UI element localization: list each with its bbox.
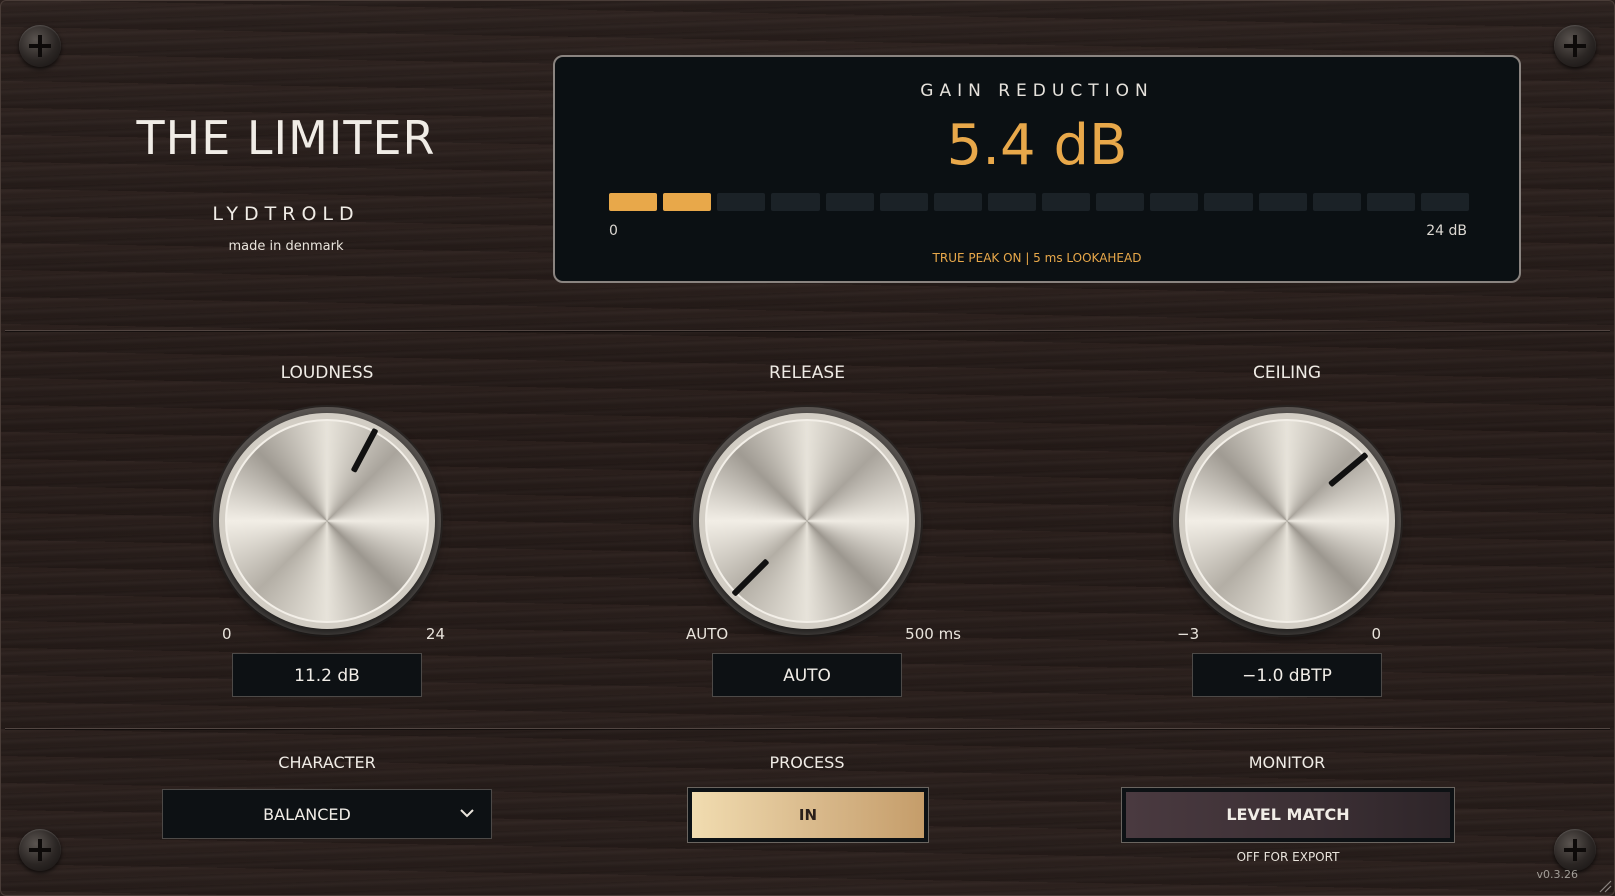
character-select[interactable]: BALANCED	[162, 789, 492, 839]
loudness-max: 24	[425, 625, 445, 643]
meter-segment	[1312, 193, 1361, 211]
ceiling-min: −3	[1177, 625, 1200, 643]
release-label: RELEASE	[769, 363, 845, 383]
knob-face	[1185, 419, 1389, 623]
ceiling-label: CEILING	[1253, 363, 1321, 383]
meter-segment	[771, 193, 820, 211]
meter-scale-min: 0	[609, 223, 618, 239]
process-label: PROCESS	[769, 753, 845, 772]
screw-icon	[1554, 829, 1596, 871]
loudness-label: LOUDNESS	[280, 363, 374, 383]
meter-status: TRUE PEAK ON | 5 ms LOOKAHEAD	[932, 251, 1142, 265]
character-selected-value: BALANCED	[263, 805, 351, 824]
screw-icon	[19, 829, 61, 871]
gain-reduction-value: 5.4 dB	[946, 113, 1128, 178]
meter-segment	[1420, 193, 1469, 211]
gain-reduction-meter: GAIN REDUCTION 5.4 dB 0 24 dB TRUE PEAK …	[553, 55, 1521, 283]
monitor-note: OFF FOR EXPORT	[1236, 850, 1340, 864]
meter-segment	[987, 193, 1036, 211]
meter-segment	[1366, 193, 1415, 211]
release-max: 500 ms	[905, 625, 961, 643]
screw-icon	[1554, 25, 1596, 67]
meter-segment	[879, 193, 928, 211]
divider	[5, 728, 1610, 729]
meter-segment	[933, 193, 982, 211]
loudness-value-field[interactable]: 11.2 dB	[232, 653, 422, 697]
process-button-label: IN	[692, 792, 924, 838]
character-label: CHARACTER	[278, 753, 376, 772]
meter-segment	[663, 193, 712, 211]
release-value-field[interactable]: AUTO	[712, 653, 902, 697]
screw-icon	[19, 25, 61, 67]
meter-title: GAIN REDUCTION	[920, 81, 1154, 101]
meter-segment	[1258, 193, 1307, 211]
meter-scale-max: 24 dB	[1426, 223, 1467, 239]
resize-grip-icon[interactable]	[1596, 877, 1612, 893]
meter-segment	[1096, 193, 1145, 211]
version-label: v0.3.26	[1536, 868, 1579, 881]
brand-name: LYDTROLD	[212, 203, 360, 225]
release-knob[interactable]	[699, 413, 915, 629]
ceiling-max: 0	[1371, 625, 1381, 643]
meter-segment	[1150, 193, 1199, 211]
meter-segment	[1204, 193, 1253, 211]
process-in-button[interactable]: IN	[687, 787, 929, 843]
knob-face	[225, 419, 429, 623]
release-min: AUTO	[686, 625, 729, 643]
plugin-window: THE LIMITER LYDTROLD made in denmark GAI…	[0, 0, 1615, 896]
ceiling-value-field[interactable]: −1.0 dBTP	[1192, 653, 1382, 697]
meter-segment	[609, 193, 658, 211]
ceiling-knob[interactable]	[1179, 413, 1395, 629]
meter-segments	[609, 193, 1469, 211]
meter-segment	[717, 193, 766, 211]
divider	[5, 330, 1610, 331]
level-match-label: LEVEL MATCH	[1126, 792, 1450, 838]
meter-segment	[1042, 193, 1091, 211]
tagline: made in denmark	[228, 239, 344, 254]
monitor-label: MONITOR	[1248, 753, 1326, 772]
loudness-min: 0	[222, 625, 232, 643]
meter-segment	[825, 193, 874, 211]
loudness-knob[interactable]	[219, 413, 435, 629]
level-match-button[interactable]: LEVEL MATCH	[1121, 787, 1455, 843]
plugin-title: THE LIMITER	[136, 111, 436, 165]
chevron-down-icon	[460, 809, 474, 818]
